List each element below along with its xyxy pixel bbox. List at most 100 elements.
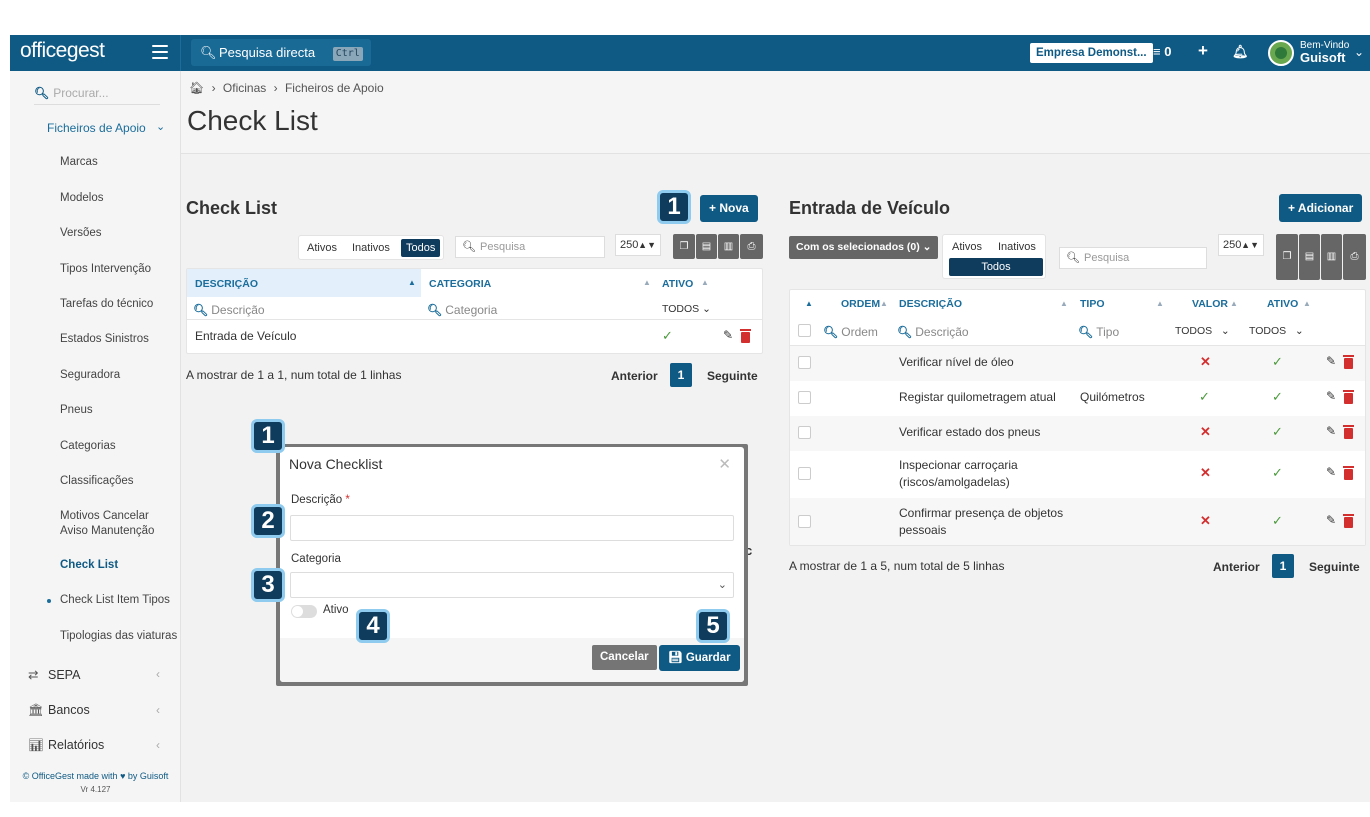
sort-icon[interactable]: ▲ [880, 299, 888, 308]
sort-asc-icon[interactable]: ▲ [805, 299, 813, 308]
row-checkbox[interactable] [798, 356, 811, 369]
filter-categoria-input[interactable]: 🔍︎ Categoria [427, 303, 497, 317]
sidebar-item-tarefas[interactable]: Tarefas do técnico [60, 297, 153, 312]
excel-button[interactable]: ▤ [696, 234, 717, 259]
filter-todos-right[interactable]: Todos [949, 258, 1043, 276]
sidebar-item-estados-sinistros[interactable]: Estados Sinistros [60, 332, 149, 347]
edit-icon[interactable]: ✎ [1326, 389, 1336, 403]
filter-ordem-input[interactable]: 🔍︎ Ordem [823, 325, 878, 339]
col-tipo[interactable]: TIPO [1080, 297, 1105, 311]
new-checklist-button[interactable]: + Nova [700, 195, 758, 222]
sort-icon[interactable]: ▲ [643, 278, 651, 287]
row-checkbox[interactable] [798, 467, 811, 480]
sidebar-item-marcas[interactable]: Marcas [60, 155, 98, 170]
chevron-down-icon[interactable]: ⌄ [156, 120, 165, 133]
sidebar-item-motivos[interactable]: Motivos Cancelar Aviso Manutenção [60, 509, 178, 539]
row-checkbox[interactable] [798, 515, 811, 528]
excel-button[interactable]: ▤ [1299, 234, 1320, 280]
filter-tipo-input[interactable]: 🔍︎ Tipo [1078, 325, 1119, 339]
row-checkbox[interactable] [798, 391, 811, 404]
trash-icon[interactable] [1343, 425, 1354, 439]
cancel-button[interactable]: Cancelar [592, 645, 657, 670]
menu-icon[interactable] [152, 45, 168, 59]
sidebar-group-ficheiros[interactable]: Ficheiros de Apoio [47, 121, 146, 135]
col-categoria[interactable]: CATEGORIA [429, 277, 491, 291]
sort-icon[interactable]: ▲ [1303, 299, 1311, 308]
print-button[interactable]: ⎙ [740, 234, 763, 259]
descricao-input[interactable] [290, 515, 734, 541]
trash-icon[interactable] [740, 329, 751, 343]
filter-descricao-right-input[interactable]: 🔍︎ Descrição [897, 325, 969, 339]
sort-icon[interactable]: ▲ [1060, 299, 1068, 308]
trash-icon[interactable] [1343, 466, 1354, 480]
col-descricao[interactable]: DESCRIÇÃO [195, 277, 258, 291]
sidebar-item-tipos-intervencao[interactable]: Tipos Intervenção [60, 262, 151, 277]
col-ativo[interactable]: ATIVO [662, 277, 693, 291]
edit-icon[interactable]: ✎ [1326, 354, 1336, 368]
copy-button[interactable]: ❐ [673, 234, 695, 259]
filter-ativos[interactable]: Ativos [302, 239, 342, 257]
filter-ativos-right[interactable]: Ativos [947, 238, 987, 256]
sidebar-search-input[interactable]: 🔍︎ Procurar... [34, 81, 160, 105]
col-ativo-right[interactable]: ATIVO [1267, 297, 1298, 311]
quick-search-button[interactable]: 🔍︎ Pesquisa directa CtrlK [191, 39, 371, 88]
pdf-button[interactable]: ▥ [1321, 234, 1342, 280]
copy-button[interactable]: ❐ [1276, 234, 1298, 280]
select-all-checkbox[interactable] [798, 324, 811, 337]
categoria-select[interactable]: ⌄ [290, 572, 734, 598]
col-ordem[interactable]: ORDEM [841, 297, 880, 311]
filter-ativo-right-select[interactable]: TODOS ⌄ [1249, 324, 1304, 338]
sidebar-item-check-list-item-tipos[interactable]: Check List Item Tipos [60, 593, 170, 608]
bulk-actions-dropdown[interactable]: Com os selecionados (0) ⌄ [789, 236, 939, 259]
sort-icon[interactable]: ▲ [701, 278, 709, 287]
company-selector[interactable]: Empresa Demonst... [1030, 43, 1153, 63]
sidebar-item-classificacoes[interactable]: Classificações [60, 474, 134, 489]
chevron-down-icon[interactable]: ⌄ [1354, 45, 1364, 59]
sidebar-main-bancos[interactable]: 🏛︎ Bancos [28, 703, 90, 718]
sidebar-item-tipologias[interactable]: Tipologias das viaturas [60, 629, 177, 644]
edit-icon[interactable]: ✎ [723, 328, 733, 342]
filter-inativos[interactable]: Inativos [347, 239, 395, 257]
table-row-descricao[interactable]: Entrada de Veículo [195, 328, 296, 345]
checklist-search-input[interactable]: 🔍︎ Pesquisa [455, 236, 605, 258]
breadcrumb-ficheiros[interactable]: Ficheiros de Apoio [285, 81, 384, 95]
filter-inativos-right[interactable]: Inativos [993, 238, 1041, 256]
add-icon[interactable]: + [1198, 41, 1208, 61]
sidebar-main-sepa[interactable]: ⇄ SEPA [28, 667, 80, 682]
filter-valor-select[interactable]: TODOS ⌄ [1175, 324, 1230, 338]
sort-icon[interactable]: ▲ [1156, 299, 1164, 308]
tasks-button[interactable]: ≡ 0 [1153, 44, 1171, 59]
home-icon[interactable]: 🏠︎ [189, 81, 204, 95]
trash-icon[interactable] [1343, 390, 1354, 404]
trash-icon[interactable] [1343, 514, 1354, 528]
breadcrumb-oficinas[interactable]: Oficinas [223, 81, 266, 95]
row-checkbox[interactable] [798, 426, 811, 439]
prev-page-button[interactable]: Anterior [611, 369, 658, 383]
page-size-select[interactable]: 250 ▲▼ [615, 234, 661, 256]
page-1-button-right[interactable]: 1 [1272, 554, 1294, 578]
ativo-toggle[interactable] [291, 605, 317, 618]
items-search-input[interactable]: 🔍︎ Pesquisa [1059, 247, 1207, 269]
bell-icon[interactable]: 🔔︎ [1232, 44, 1249, 60]
user-menu[interactable]: Bem-Vindo Guisoft [1300, 40, 1349, 64]
sidebar-item-versoes[interactable]: Versões [60, 226, 102, 241]
close-icon[interactable]: ✕ [718, 455, 731, 473]
filter-descricao-input[interactable]: 🔍︎ Descrição [193, 303, 265, 317]
next-page-button-right[interactable]: Seguinte [1309, 560, 1360, 574]
edit-icon[interactable]: ✎ [1326, 513, 1336, 527]
page-1-button[interactable]: 1 [670, 363, 692, 387]
sidebar-main-relatorios[interactable]: 📊︎ Relatórios [28, 738, 104, 753]
filter-ativo-select[interactable]: TODOS ⌄ [662, 302, 711, 316]
pdf-button[interactable]: ▥ [718, 234, 739, 259]
col-descricao-right[interactable]: DESCRIÇÃO [899, 297, 962, 311]
print-button[interactable]: ⎙ [1343, 234, 1366, 280]
next-page-button[interactable]: Seguinte [707, 369, 758, 383]
save-button[interactable]: 💾︎ Guardar [659, 645, 740, 671]
col-valor[interactable]: VALOR [1192, 297, 1228, 311]
sort-asc-icon[interactable]: ▲ [408, 278, 416, 287]
sidebar-item-categorias[interactable]: Categorias [60, 439, 116, 454]
sidebar-item-modelos[interactable]: Modelos [60, 191, 103, 206]
sidebar-item-pneus[interactable]: Pneus [60, 403, 93, 418]
sort-icon[interactable]: ▲ [1230, 299, 1238, 308]
filter-todos[interactable]: Todos [401, 239, 441, 257]
